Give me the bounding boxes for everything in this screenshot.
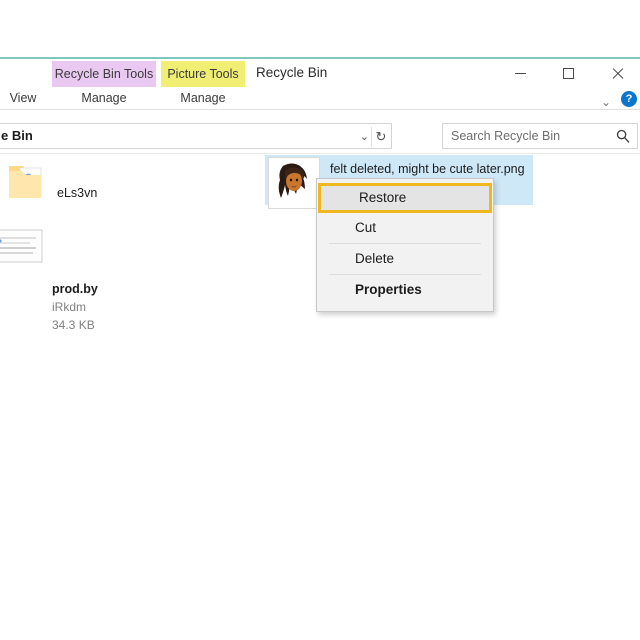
avatar-image-icon <box>271 158 319 208</box>
context-menu[interactable]: Restore Cut Delete Properties <box>316 178 494 312</box>
navigation-divider <box>0 153 640 154</box>
minimize-icon <box>514 72 526 74</box>
ribbon-header: Recycle Bin Tools Picture Tools Recycle … <box>0 59 640 110</box>
close-icon <box>611 67 624 80</box>
document-icon <box>0 228 46 264</box>
tab-manage-picture[interactable]: Manage <box>161 87 245 109</box>
contextual-tab-recycle-bin-tools[interactable]: Recycle Bin Tools <box>52 61 156 87</box>
navigation-bar: e Bin ⌄ ↻ Search Recycle Bin <box>0 121 640 155</box>
list-item[interactable]: prod.by iRkdm 34.3 KB <box>0 218 150 332</box>
list-item-size: 34.3 KB <box>52 318 95 332</box>
list-item-name: prod.by <box>52 282 98 296</box>
explorer-window: Recycle Bin Tools Picture Tools Recycle … <box>0 59 640 159</box>
ribbon-divider <box>0 109 640 110</box>
list-item-name: eLs3vn <box>57 186 98 200</box>
minimize-button[interactable] <box>500 59 540 87</box>
search-icon[interactable] <box>616 129 630 143</box>
close-button[interactable] <box>597 59 637 87</box>
window-title: Recycle Bin <box>256 65 328 80</box>
contextual-tab-picture-tools[interactable]: Picture Tools <box>161 61 245 87</box>
list-item-author: iRkdm <box>52 300 87 314</box>
ribbon-tab-row: View Manage Manage <box>0 87 640 109</box>
help-icon[interactable]: ? <box>621 91 637 107</box>
page-top-blank-area <box>0 0 640 57</box>
refresh-icon[interactable]: ↻ <box>373 128 389 146</box>
list-item[interactable]: eLs3vn <box>0 160 150 216</box>
address-chevron-down-icon[interactable]: ⌄ <box>360 130 369 143</box>
context-menu-item-restore[interactable]: Restore <box>318 183 492 213</box>
context-menu-item-cut[interactable]: Cut <box>317 213 493 243</box>
context-menu-item-delete[interactable]: Delete <box>317 244 493 274</box>
address-bar-path: e Bin <box>1 128 33 143</box>
search-input[interactable]: Search Recycle Bin <box>442 123 638 149</box>
address-bar[interactable]: e Bin ⌄ ↻ <box>0 123 392 149</box>
search-placeholder-text: Search Recycle Bin <box>451 129 561 143</box>
tab-manage-recycle-bin[interactable]: Manage <box>52 87 156 109</box>
list-item-selected-name: felt deleted, might be cute later.png <box>330 162 525 176</box>
maximize-button[interactable] <box>548 59 588 87</box>
tab-view[interactable]: View <box>0 87 46 109</box>
file-list-pane[interactable]: eLs3vn prod.by iRkdm 34.3 KB felt delete… <box>0 155 640 640</box>
address-divider <box>371 127 372 147</box>
image-thumbnail[interactable] <box>268 157 320 209</box>
folder-icon <box>8 162 50 202</box>
context-menu-item-properties[interactable]: Properties <box>317 275 493 305</box>
maximize-icon <box>562 67 574 79</box>
